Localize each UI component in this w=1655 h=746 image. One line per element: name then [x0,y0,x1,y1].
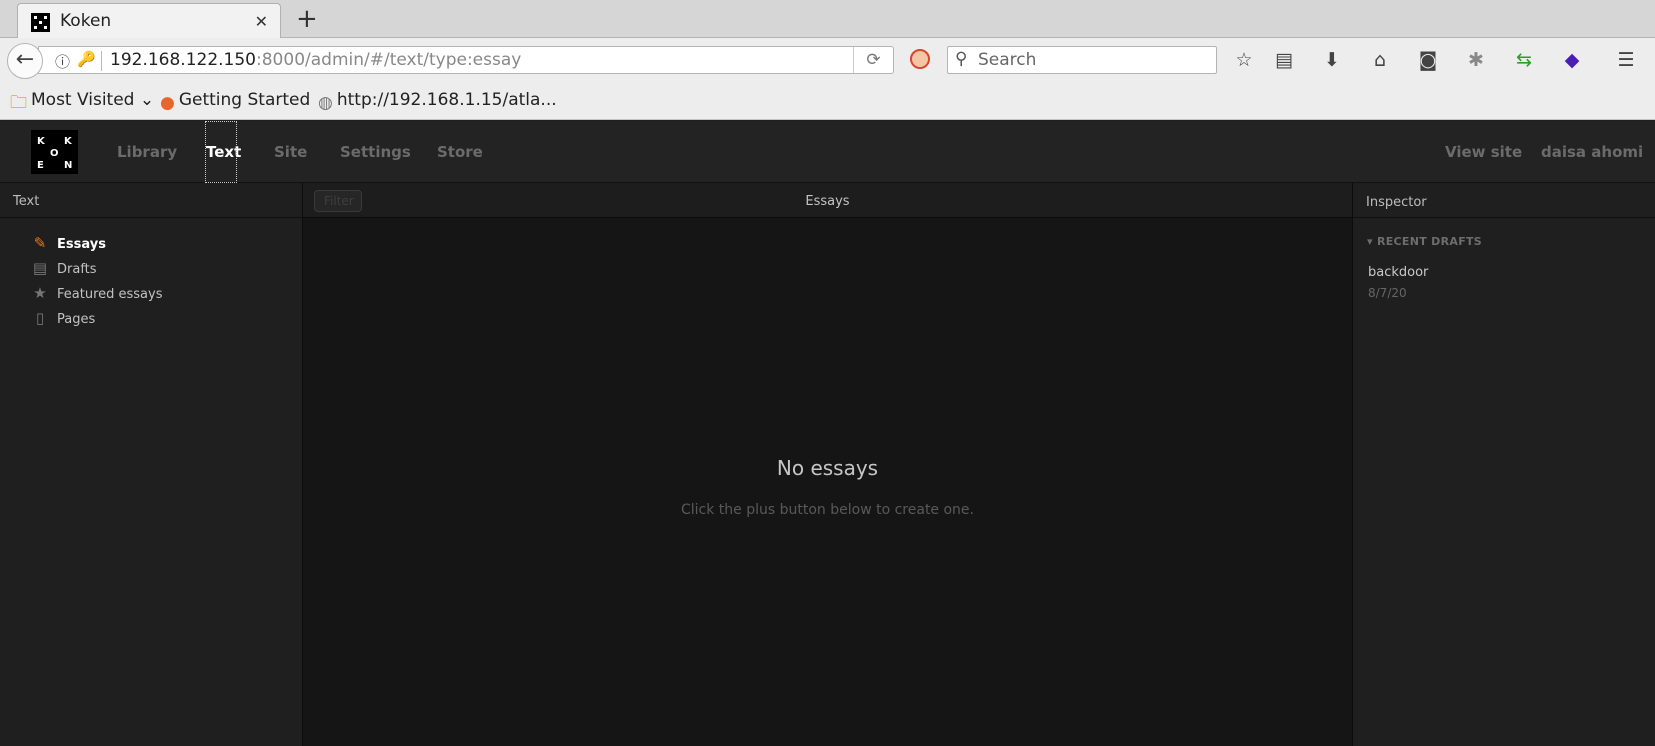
addon-cube-icon[interactable]: ◆ [1559,47,1585,73]
search-input[interactable]: ⚲ Search [947,46,1217,74]
sidebar-item-essays[interactable]: ✎ Essays [30,234,106,256]
download-icon[interactable]: ⬇ [1319,47,1345,73]
search-placeholder: Search [978,50,1037,70]
triangle-down-icon: ▾ [1367,235,1373,248]
koken-logo[interactable]: K K O E N [31,130,78,174]
inspector-title: Inspector [1353,183,1655,218]
addon-blocker-icon[interactable] [910,49,930,69]
tab-close-icon[interactable]: ✕ [255,12,268,31]
draft-date: 8/7/20 [1368,286,1407,300]
empty-state-title: No essays [776,456,879,480]
page-icon: ▯ [35,309,45,327]
home-icon[interactable]: ⌂ [1367,47,1393,73]
empty-state-subtitle: Click the plus button below to create on… [680,502,974,518]
nav-focus-ring [205,121,237,183]
draft-title-link[interactable]: backdoor [1368,265,1428,280]
sidebar-item-pages[interactable]: ▯ Pages [30,309,95,331]
bookmarks-toolbar: 🗀 Most Visited ⌄ ● Getting Started ◍ http:/… [0,82,1655,120]
search-icon: ⚲ [955,49,968,69]
key-icon[interactable]: 🔑 [77,50,96,68]
url-bar[interactable]: ⓘ 🔑 192.168.122.150:8000/admin/#/text/ty… [38,46,894,74]
sidebar-title: Text [0,183,302,218]
bookmark-url[interactable]: ◍ http://192.168.1.15/atla... [318,90,557,113]
koken-favicon-icon [31,13,50,32]
folder-icon: 🗀 [10,93,27,113]
document-icon: ▤ [32,259,48,277]
firefox-icon: ● [160,93,175,113]
recent-drafts-toggle[interactable]: ▾ RECENT DRAFTS [1367,235,1482,248]
nav-library[interactable]: Library [117,143,177,161]
nav-site[interactable]: Site [274,143,307,161]
main-title: Essays [805,194,850,209]
info-icon[interactable]: ⓘ [55,51,70,72]
back-button[interactable]: ← [7,43,43,79]
inspector-panel: Inspector ▾ RECENT DRAFTS backdoor 8/7/2… [1352,183,1655,746]
url-text[interactable]: 192.168.122.150:8000/admin/#/text/type:e… [110,50,521,70]
browser-tab[interactable]: Koken ✕ [17,3,281,39]
pocket-icon[interactable]: ◙ [1415,47,1441,73]
sidebar-item-drafts[interactable]: ▤ Drafts [30,259,97,281]
nav-settings[interactable]: Settings [340,143,411,161]
sidebar: Text ✎ Essays ▤ Drafts ★ Featured essays ▯ P… [0,183,303,746]
chevron-down-icon: ⌄ [139,90,155,110]
pen-icon: ✎ [33,234,47,252]
main-content: Filter Essays No essays Click the plus b… [303,183,1352,746]
koken-header: K K O E N Library Text Site Settings Sto… [0,121,1655,183]
addon-bug-icon[interactable]: ✱ [1463,47,1489,73]
new-tab-icon[interactable]: + [296,4,318,34]
bookmark-most-visited[interactable]: 🗀 Most Visited ⌄ [10,90,154,119]
bookmark-star-icon[interactable]: ☆ [1231,47,1257,73]
view-site-link[interactable]: View site [1445,143,1522,161]
user-menu[interactable]: daisa ahomi [1541,143,1643,161]
menu-icon[interactable]: ☰ [1613,47,1639,73]
navigation-toolbar: ⓘ 🔑 192.168.122.150:8000/admin/#/text/ty… [0,38,1655,82]
star-icon: ★ [33,284,47,302]
globe-icon: ◍ [318,93,333,113]
url-separator [101,51,102,71]
bookmark-getting-started[interactable]: ● Getting Started [160,90,310,113]
reading-list-icon[interactable]: ▤ [1271,47,1297,73]
addon-arrows-icon[interactable]: ⇆ [1511,47,1537,73]
tab-title: Koken [60,11,112,31]
tab-strip: Koken ✕ + [0,0,1655,39]
nav-store[interactable]: Store [437,143,483,161]
sidebar-item-featured-essays[interactable]: ★ Featured essays [30,284,162,306]
reload-icon[interactable]: ⟳ [853,47,893,73]
main-header: Filter Essays [303,183,1352,218]
